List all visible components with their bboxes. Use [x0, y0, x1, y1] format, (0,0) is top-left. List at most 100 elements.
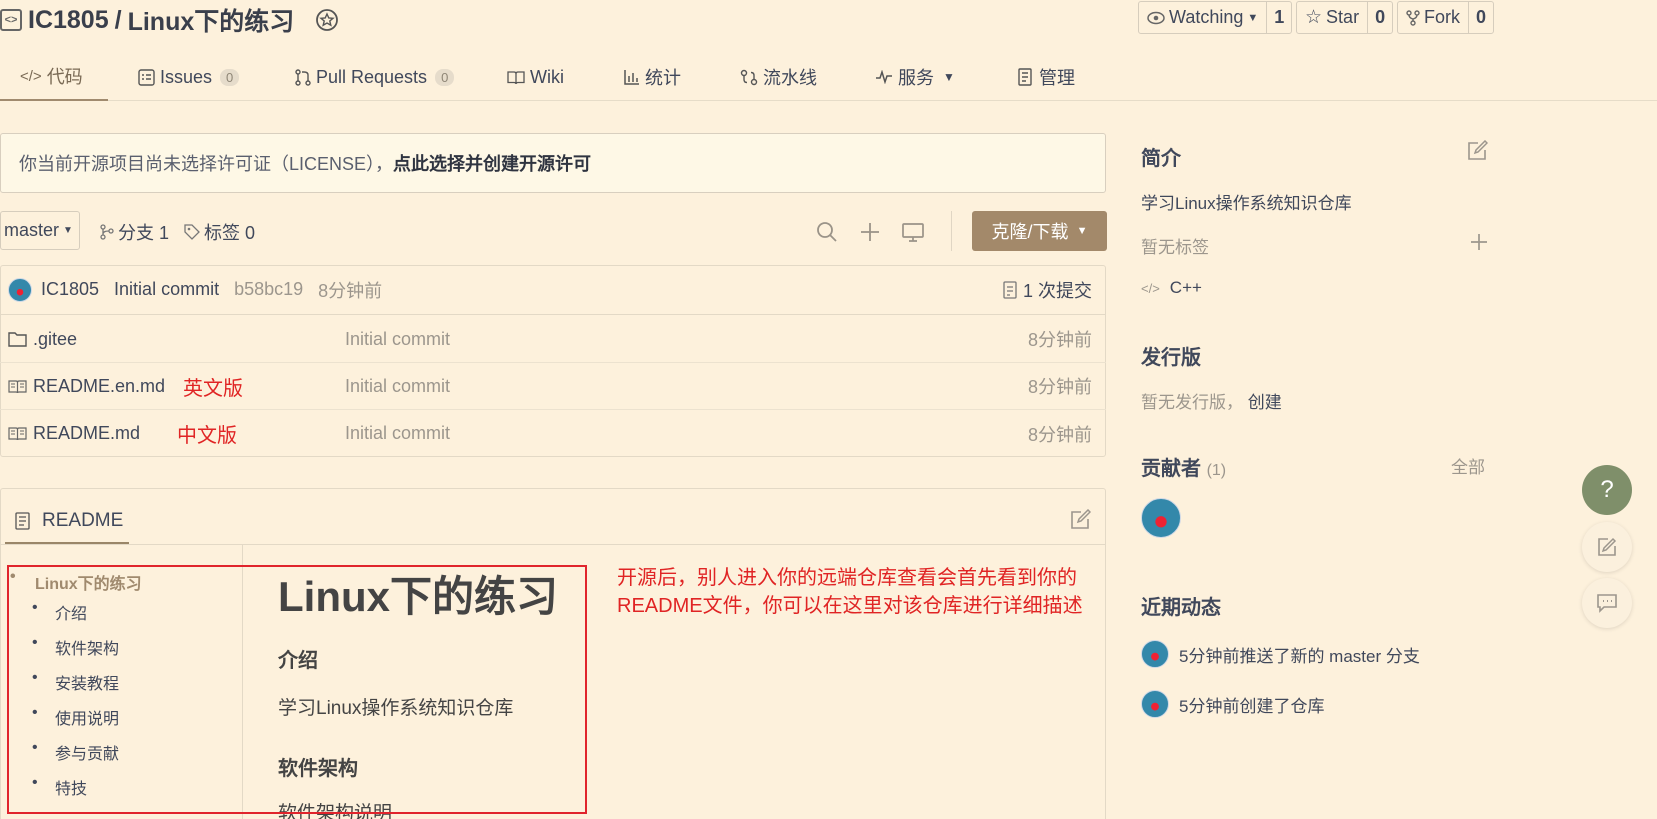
file-name[interactable]: README.md — [33, 423, 140, 444]
license-notice-text: 你当前开源项目尚未选择许可证（LICENSE）， — [19, 154, 394, 174]
edit-intro-icon[interactable] — [1466, 140, 1488, 162]
create-release-link[interactable]: 创建 — [1248, 393, 1282, 412]
file-commit-message[interactable]: Initial commit — [345, 423, 450, 444]
sidebar-intro-text: 学习Linux操作系统知识仓库 — [1141, 194, 1352, 213]
pull-request-icon — [295, 68, 311, 86]
chart-icon — [624, 70, 639, 85]
commit-author[interactable]: IC1805 — [41, 279, 99, 300]
caret-down-icon: ▼ — [1247, 11, 1259, 24]
toolbar-divider — [951, 211, 952, 251]
activity-text: 5分钟前推送了新的 master 分支 — [1179, 646, 1420, 666]
repo-owner[interactable]: IC1805 — [28, 6, 109, 35]
star-count[interactable]: 0 — [1368, 2, 1392, 33]
readme-tab[interactable]: README — [5, 500, 129, 544]
code-icon: </> — [20, 67, 42, 85]
annotation-highlight-box — [7, 565, 587, 814]
contributors-title: 贡献者 — [1141, 458, 1201, 480]
tab-wiki[interactable]: Wiki — [507, 53, 564, 101]
file-name[interactable]: .gitee — [33, 329, 77, 350]
avatar[interactable] — [8, 277, 32, 302]
file-annotation: 英文版 — [183, 377, 243, 400]
branch-select[interactable]: master ▼ — [0, 211, 80, 250]
feedback-button[interactable] — [1582, 522, 1632, 572]
tab-issues[interactable]: Issues 0 — [138, 53, 240, 101]
edit-readme-icon[interactable] — [1069, 509, 1091, 531]
sidebar-release-heading: 发行版 — [1141, 347, 1201, 369]
watch-label: Watching — [1169, 7, 1244, 27]
repo-code-icon: <> — [0, 9, 22, 31]
tab-services[interactable]: 服务 ▼ — [875, 53, 955, 101]
file-row[interactable]: README.en.md 英文版 Initial commit 8分钟前 — [0, 363, 1106, 410]
repo-separator: / — [114, 5, 122, 34]
repo-title: <> IC1805 / Linux下的练习 — [0, 2, 340, 38]
commit-time: 8分钟前 — [318, 280, 383, 301]
fork-label: Fork — [1424, 7, 1460, 27]
contributors-all-link[interactable]: 全部 — [1451, 453, 1485, 478]
tab-pull-requests-label: Pull Requests — [316, 66, 428, 87]
tab-pipeline[interactable]: 流水线 — [740, 53, 817, 101]
search-icon[interactable] — [814, 219, 840, 245]
license-create-link[interactable]: 点此选择并创建开源许可 — [393, 150, 591, 176]
tab-code[interactable]: </> 代码 — [0, 53, 108, 101]
repo-name[interactable]: Linux下的练习 — [128, 2, 295, 38]
tags-link[interactable]: 标签 0 — [184, 219, 255, 245]
sidebar-language: </> C++ — [1141, 278, 1202, 298]
license-notice: 你当前开源项目尚未选择许可证（LICENSE）， 点此选择并创建开源许可 — [0, 133, 1106, 193]
tab-manage-label: 管理 — [1039, 68, 1075, 88]
add-file-icon[interactable] — [857, 219, 883, 245]
file-row[interactable]: README.md 中文版 Initial commit 8分钟前 — [0, 410, 1106, 457]
watch-button[interactable]: Watching ▼ 1 — [1138, 1, 1293, 34]
web-ide-icon[interactable] — [900, 219, 926, 245]
clone-download-button[interactable]: 克隆/下载 ▼ — [972, 211, 1107, 251]
commit-count-link[interactable]: 1 次提交 — [1003, 277, 1092, 303]
file-commit-message[interactable]: Initial commit — [345, 376, 450, 397]
file-name[interactable]: README.en.md — [33, 376, 165, 397]
branches-link[interactable]: 分支 1 — [100, 219, 169, 245]
sidebar-release-status: 暂无发行版， 创建 — [1141, 388, 1282, 413]
activity-item[interactable]: 5分钟前推送了新的 master 分支 — [1141, 640, 1420, 668]
readme-file-icon — [8, 379, 27, 393]
avatar[interactable] — [1141, 498, 1181, 538]
readme-divider — [0, 544, 1106, 545]
watch-count[interactable]: 1 — [1267, 2, 1291, 33]
tab-pull-requests[interactable]: Pull Requests 0 — [295, 53, 455, 101]
file-commit-message[interactable]: Initial commit — [345, 329, 450, 350]
code-icon: </> — [1141, 280, 1160, 296]
fork-count[interactable]: 0 — [1469, 2, 1493, 33]
tab-manage[interactable]: 管理 — [1018, 53, 1075, 101]
readme-doc-icon — [15, 512, 30, 530]
branch-icon — [100, 224, 114, 240]
readme-file-icon — [8, 427, 27, 441]
sidebar-contributors-heading: 贡献者 (1) — [1141, 452, 1226, 481]
branch-select-value: master — [4, 220, 60, 240]
eye-icon — [1147, 11, 1165, 24]
avatar[interactable] — [1141, 690, 1169, 718]
recommend-badge-icon — [316, 9, 339, 31]
fork-icon — [1406, 9, 1420, 26]
caret-down-icon: ▼ — [1076, 225, 1088, 237]
issues-count-badge: 0 — [220, 68, 240, 86]
fork-button[interactable]: Fork 0 — [1397, 1, 1495, 34]
clone-download-label: 克隆/下载 — [991, 222, 1069, 242]
tab-stats-label: 统计 — [645, 68, 681, 88]
pipeline-icon — [740, 69, 758, 85]
pulse-icon — [876, 70, 892, 84]
tab-stats[interactable]: 统计 — [624, 53, 681, 101]
file-row[interactable]: .gitee Initial commit 8分钟前 — [0, 316, 1106, 363]
commit-message[interactable]: Initial commit — [114, 279, 219, 300]
star-button[interactable]: ☆ Star 0 — [1296, 1, 1394, 34]
avatar[interactable] — [1141, 640, 1169, 668]
file-commit-time: 8分钟前 — [1027, 424, 1092, 445]
add-tag-icon[interactable] — [1468, 231, 1490, 253]
issues-icon — [138, 68, 155, 86]
sidebar-intro-heading: 简介 — [1141, 148, 1181, 170]
commit-hash[interactable]: b58bc19 — [234, 279, 303, 300]
activity-item[interactable]: 5分钟前创建了仓库 — [1141, 690, 1324, 718]
tab-code-label: 代码 — [46, 67, 83, 87]
star-label: Star — [1326, 7, 1360, 27]
tab-services-label: 服务 — [898, 68, 934, 88]
help-button[interactable]: ? — [1582, 465, 1632, 515]
chat-button[interactable] — [1582, 578, 1632, 628]
help-icon: ? — [1600, 476, 1614, 503]
repo-tabs: </> 代码 Issues 0 Pull Requests 0 Wiki 统计 … — [0, 53, 1657, 101]
